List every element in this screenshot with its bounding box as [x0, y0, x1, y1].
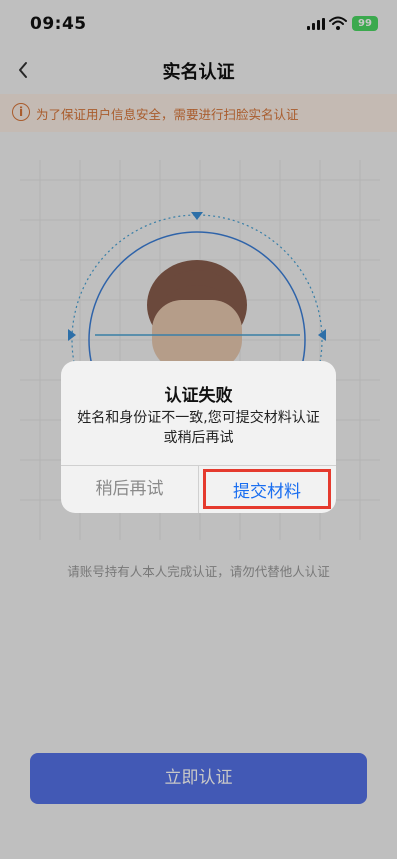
try-later-button[interactable]: 稍后再试 [61, 466, 198, 513]
submit-materials-button[interactable]: 提交材料 [203, 469, 331, 509]
alert-title: 认证失败 [164, 386, 233, 406]
divider [198, 466, 199, 513]
alert-dialog: 认证失败 姓名和身份证不一致,您可提交材料认证或稍后再试 稍后再试 提交材料 [61, 361, 336, 513]
alert-message: 姓名和身份证不一致,您可提交材料认证或稍后再试 [77, 410, 320, 446]
